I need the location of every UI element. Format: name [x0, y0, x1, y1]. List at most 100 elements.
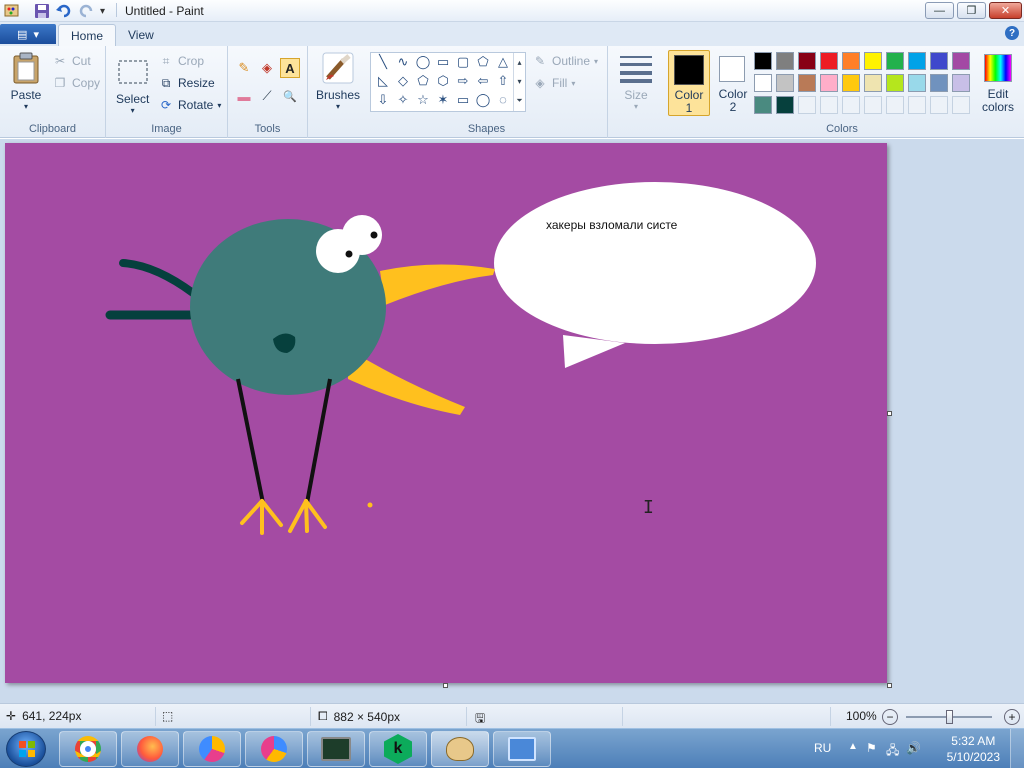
palette-swatch[interactable]: [952, 74, 970, 92]
palette-swatch[interactable]: [820, 96, 838, 114]
edit-colors-button[interactable]: Edit colors: [978, 50, 1018, 116]
app-menu-button[interactable]: ▤ ▾: [0, 24, 56, 44]
zoom-slider-thumb[interactable]: [946, 710, 953, 724]
language-indicator[interactable]: RU: [814, 741, 831, 755]
palette-swatch[interactable]: [798, 96, 816, 114]
palette-swatch[interactable]: [842, 52, 860, 70]
resize-handle-right[interactable]: [887, 411, 892, 416]
help-icon[interactable]: ?: [1005, 26, 1019, 40]
volume-icon[interactable]: 🔊: [906, 741, 921, 755]
shape-item[interactable]: ▢: [453, 54, 473, 73]
resize-handle-bottom[interactable]: [443, 683, 448, 688]
palette-swatch[interactable]: [842, 96, 860, 114]
taskbar-paint[interactable]: [431, 731, 489, 767]
rotate-button[interactable]: ⟳ Rotate ▾: [158, 96, 221, 114]
palette-swatch[interactable]: [930, 52, 948, 70]
zoom-in-button[interactable]: +: [1004, 709, 1020, 725]
network-icon[interactable]: 🖧: [886, 741, 899, 762]
pencil-icon[interactable]: ✎: [234, 58, 254, 78]
palette-swatch[interactable]: [842, 74, 860, 92]
shape-item[interactable]: ◯: [473, 92, 493, 111]
action-center-icon[interactable]: ⚑: [866, 741, 877, 755]
undo-icon[interactable]: [56, 3, 72, 19]
palette-swatch[interactable]: [754, 96, 772, 114]
select-button[interactable]: Select ▾: [116, 56, 149, 115]
shape-item[interactable]: ⇨: [453, 73, 473, 92]
palette-swatch[interactable]: [886, 52, 904, 70]
palette-swatch[interactable]: [864, 52, 882, 70]
crop-button[interactable]: ⌗ Crop: [158, 52, 204, 70]
shape-item[interactable]: ▭: [453, 92, 473, 111]
drawing-canvas[interactable]: хакеры взломали систе: [5, 143, 887, 683]
save-icon[interactable]: [34, 3, 50, 19]
zoom-out-button[interactable]: −: [882, 709, 898, 725]
color-picker-icon[interactable]: ⟋: [257, 86, 277, 106]
shape-item[interactable]: ◯: [413, 54, 433, 73]
fill-icon[interactable]: ◈: [257, 58, 277, 78]
shape-item[interactable]: ◌: [493, 92, 513, 111]
close-button[interactable]: ✕: [989, 2, 1022, 19]
palette-swatch[interactable]: [798, 74, 816, 92]
shape-item[interactable]: ∿: [393, 54, 413, 73]
copy-button[interactable]: ❐ Copy: [52, 74, 100, 92]
scroll-up-icon[interactable]: ▴: [517, 58, 521, 67]
tab-view[interactable]: View: [116, 24, 166, 46]
shapes-scroll[interactable]: ▴ ▾ ⏷: [513, 53, 525, 111]
color2-button[interactable]: Color 2: [714, 50, 752, 116]
palette-swatch[interactable]: [908, 74, 926, 92]
palette-swatch[interactable]: [952, 52, 970, 70]
minimize-button[interactable]: —: [925, 2, 954, 19]
shape-item[interactable]: ⬠: [413, 73, 433, 92]
palette-swatch[interactable]: [908, 52, 926, 70]
shape-item[interactable]: ▭: [433, 54, 453, 73]
paste-button[interactable]: Paste ▾: [10, 52, 42, 111]
palette-swatch[interactable]: [930, 74, 948, 92]
shape-item[interactable]: ✶: [433, 92, 453, 111]
resize-handle-corner[interactable]: [887, 683, 892, 688]
taskbar-vpn-app-2[interactable]: [245, 731, 303, 767]
size-button[interactable]: Size ▾: [620, 52, 652, 111]
customize-toolbar-icon[interactable]: ▾: [100, 3, 105, 19]
shapes-gallery[interactable]: ╲ ∿ ◯ ▭ ▢ ⬠ △ ◺ ◇ ⬠ ⬡ ⇨ ⇦ ⇧ ⇩ ✧ ☆ ✶ ▭ ◯ ◌ ▴ ▾ ⏷: [370, 52, 526, 112]
color1-button[interactable]: Color 1: [668, 50, 710, 116]
palette-swatch[interactable]: [776, 74, 794, 92]
text-icon[interactable]: A: [280, 58, 300, 78]
maximize-button[interactable]: ❐: [957, 2, 986, 19]
palette-swatch[interactable]: [952, 96, 970, 114]
fill-button[interactable]: ◈ Fill ▾: [532, 74, 575, 92]
palette-swatch[interactable]: [754, 52, 772, 70]
shape-item[interactable]: ◺: [373, 73, 393, 92]
shape-item[interactable]: ⬡: [433, 73, 453, 92]
shape-item[interactable]: ⇦: [473, 73, 493, 92]
palette-swatch[interactable]: [798, 52, 816, 70]
scroll-more-icon[interactable]: ⏷: [516, 96, 522, 106]
shape-item[interactable]: ⇧: [493, 73, 513, 92]
palette-swatch[interactable]: [886, 74, 904, 92]
shape-item[interactable]: △: [493, 54, 513, 73]
brushes-button[interactable]: Brushes ▾: [316, 52, 360, 111]
palette-swatch[interactable]: [776, 52, 794, 70]
palette-swatch[interactable]: [776, 96, 794, 114]
show-desktop-button[interactable]: [1010, 729, 1024, 768]
outline-button[interactable]: ✎ Outline ▾: [532, 52, 598, 70]
palette-swatch[interactable]: [820, 74, 838, 92]
magnifier-icon[interactable]: 🔍: [280, 86, 300, 106]
speech-text[interactable]: хакеры взломали систе: [546, 218, 677, 232]
taskbar-kaspersky[interactable]: k: [369, 731, 427, 767]
redo-icon[interactable]: [78, 3, 94, 19]
cut-button[interactable]: ✂ Cut: [52, 52, 91, 70]
palette-swatch[interactable]: [864, 74, 882, 92]
taskbar-firefox[interactable]: [121, 731, 179, 767]
taskbar-control-panel[interactable]: [493, 731, 551, 767]
taskbar-vpn-app[interactable]: [183, 731, 241, 767]
clock[interactable]: 5:32 AM 5/10/2023: [947, 733, 1000, 765]
start-button[interactable]: [6, 731, 46, 767]
eraser-icon[interactable]: ▬: [234, 86, 254, 106]
shape-item[interactable]: ╲: [373, 54, 393, 73]
resize-button[interactable]: ⧉ Resize: [158, 74, 215, 92]
palette-swatch[interactable]: [930, 96, 948, 114]
tab-home[interactable]: Home: [58, 24, 117, 46]
show-hidden-icons-icon[interactable]: ▲: [848, 741, 858, 752]
shape-item[interactable]: ☆: [413, 92, 433, 111]
paint-app-icon[interactable]: [4, 3, 20, 19]
